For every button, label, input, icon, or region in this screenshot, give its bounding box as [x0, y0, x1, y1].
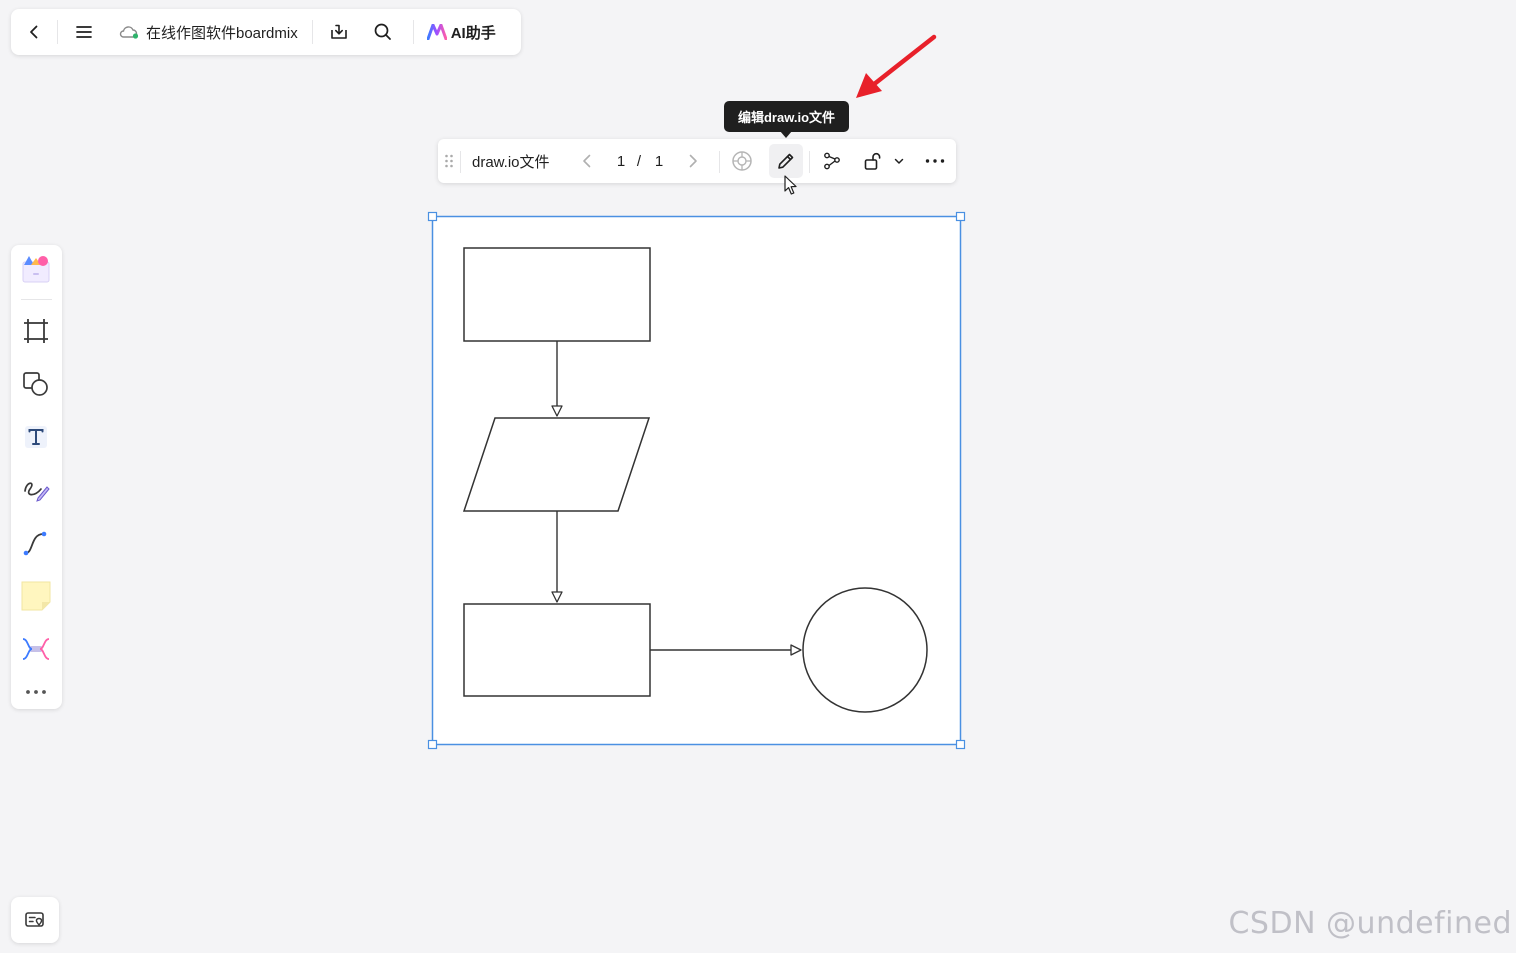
lock-options-dropdown[interactable] [890, 139, 908, 183]
connections-button[interactable] [817, 139, 847, 183]
embed-toolbar: draw.io文件 1 / 1 [438, 139, 956, 183]
annotation-arrow [856, 34, 937, 98]
process-box-bottom[interactable] [463, 603, 651, 697]
page-total-label: 1 [654, 152, 664, 170]
page-separator: / [634, 139, 644, 183]
page-separator-label: / [636, 152, 642, 170]
process-box-top[interactable] [463, 247, 651, 342]
tooltip-pointer [780, 131, 792, 138]
edit-drawio-button[interactable] [769, 144, 803, 178]
lock-button[interactable] [859, 139, 885, 183]
drag-handle[interactable] [442, 139, 456, 183]
resize-handle-bottom-right[interactable] [955, 739, 966, 750]
unlock-icon [864, 152, 881, 170]
divider [460, 151, 461, 173]
more-options-button[interactable] [921, 139, 949, 183]
divider [809, 151, 810, 173]
terminal-circle[interactable] [802, 587, 928, 713]
drawio-logo-icon [732, 151, 752, 171]
pencil-edit-icon [778, 153, 794, 169]
page-current-label: 1 [616, 152, 626, 170]
drawio-embed[interactable] [432, 216, 961, 745]
embed-name: draw.io文件 [472, 139, 558, 183]
prev-page-button[interactable] [576, 139, 598, 183]
page-total: 1 [652, 139, 666, 183]
whiteboard-canvas[interactable]: 在线作图软件boardmix AI助手 draw.io文件 1 / 1 编辑dr… [0, 0, 1516, 953]
connection-nodes-icon [824, 152, 840, 170]
page-current: 1 [614, 139, 628, 183]
watermark: CSDN @undefined [1228, 906, 1512, 941]
resize-handle-top-left[interactable] [427, 211, 438, 222]
resize-handle-bottom-left[interactable] [427, 739, 438, 750]
next-page-button[interactable] [682, 139, 704, 183]
drawio-logo-button[interactable] [728, 139, 756, 183]
chevron-right-icon [689, 154, 697, 168]
chevron-left-icon [583, 154, 591, 168]
mouse-cursor-icon [784, 175, 797, 195]
drag-handle-icon [445, 154, 453, 168]
io-parallelogram[interactable] [462, 417, 651, 512]
embed-name-label: draw.io文件 [472, 153, 550, 171]
chevron-down-icon [894, 158, 904, 164]
more-horizontal-icon [925, 159, 945, 163]
edit-tooltip: 编辑draw.io文件 [724, 101, 849, 132]
divider [719, 151, 720, 173]
resize-handle-top-right[interactable] [955, 211, 966, 222]
